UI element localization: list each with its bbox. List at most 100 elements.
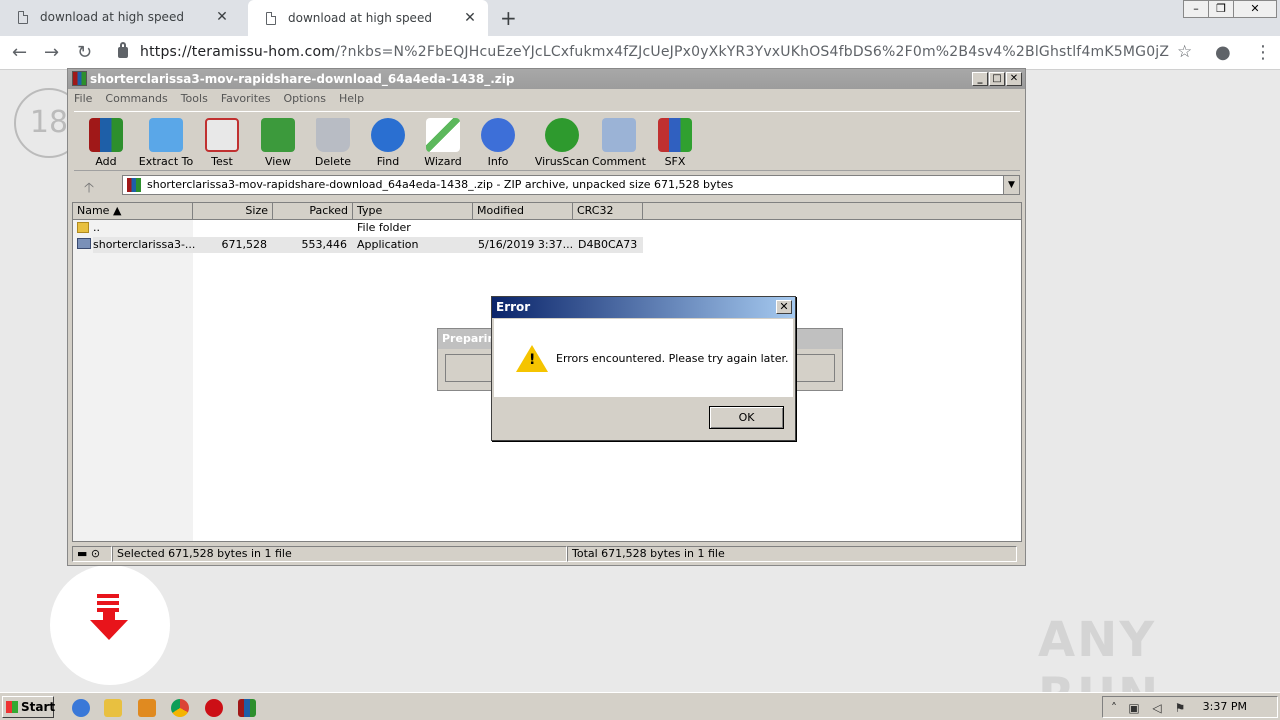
network-icon[interactable]: ▣ [1127,701,1141,715]
folder-icon [77,222,89,233]
start-button[interactable]: Start [2,696,55,718]
column-filler [643,203,1021,220]
comment-button[interactable]: Comment [589,116,649,168]
back-icon[interactable]: ← [12,42,27,63]
column-modified[interactable]: Modified [473,203,573,220]
menu-commands[interactable]: Commands [105,92,167,105]
address-row: 🡡 shorterclarissa3-mov-rapidshare-downlo… [74,173,1020,197]
wizard-button[interactable]: Wizard [413,116,473,168]
book-icon [261,118,295,152]
close-tab-icon[interactable]: ✕ [214,9,230,25]
bug-icon [545,118,579,152]
forward-icon[interactable]: → [44,42,59,63]
chevron-up-icon[interactable]: ˄ [1107,701,1121,715]
chrome-icon[interactable] [171,699,189,717]
sfx-button[interactable]: SFX [645,116,705,168]
menu-file[interactable]: File [74,92,92,105]
add-button[interactable]: Add [76,116,136,168]
lock-icon [118,42,128,58]
windows-logo-icon [6,701,18,713]
download-arrow-icon [90,620,128,640]
column-type[interactable]: Type [353,203,473,220]
info-button[interactable]: Info [468,116,528,168]
reload-icon[interactable]: ↻ [77,42,92,63]
menu-options[interactable]: Options [284,92,326,105]
row-size: 671,528 [221,238,268,251]
menu-help[interactable]: Help [339,92,364,105]
folder-icon [149,118,183,152]
menu-icon[interactable]: ⋮ [1254,42,1272,63]
archive-path-field[interactable]: shorterclarissa3-mov-rapidshare-download… [122,175,1020,195]
magnifier-icon [371,118,405,152]
toolbar: Add Extract To Test View Delete Find Wiz… [74,111,1020,171]
tab-title: download at high speed [288,11,432,25]
row-modified: 5/16/2019 3:37... [478,238,574,251]
error-dialog: Error ✕ ! Errors encountered. Please try… [491,296,796,441]
archive-icon [127,178,141,192]
browser-toolbar: ← → ↻ https://teramissu-hom.com/?nkbs=N%… [0,36,1280,70]
profile-icon[interactable]: ● [1215,42,1231,63]
explorer-icon[interactable] [104,699,122,717]
browser-tab-2[interactable]: download at high speed ✕ [248,0,488,36]
column-crc32[interactable]: CRC32 [573,203,643,220]
wand-icon [426,118,460,152]
name-column-bg [73,220,193,541]
close-tab-icon[interactable]: ✕ [462,10,478,26]
document-icon [266,11,276,25]
media-player-icon[interactable] [138,699,156,717]
browser-tab-1[interactable]: download at high speed ✕ [0,0,240,34]
clock[interactable]: 3:37 PM [1203,700,1247,713]
close-icon[interactable]: ✕ [1006,72,1022,86]
checklist-icon [205,118,239,152]
archive-icon [89,118,123,152]
column-packed[interactable]: Packed [273,203,353,220]
volume-icon[interactable]: ◁ [1150,701,1164,715]
row-packed: 553,446 [301,238,348,251]
virusscan-button[interactable]: VirusScan [532,116,592,168]
winrar-taskbar-icon[interactable] [238,699,256,717]
minimize-icon[interactable]: _ [972,72,988,86]
window-title: shorterclarissa3-mov-rapidshare-download… [90,72,515,86]
status-bar: ▬ ⊙ Selected 671,528 bytes in 1 file Tot… [72,545,1022,563]
archive-path: shorterclarissa3-mov-rapidshare-download… [147,178,734,191]
warning-exclamation: ! [529,352,536,368]
tab-title: download at high speed [40,10,184,24]
info-icon [481,118,515,152]
close-icon[interactable]: ✕ [776,300,792,314]
browser-tab-strip: download at high speed ✕ download at hig… [0,0,1280,36]
status-selected: Selected 671,528 bytes in 1 file [112,546,567,562]
row-name[interactable]: .. [93,221,100,234]
url-path: /?nkbs=N%2FbEQJHcuEzeYJcLCxfukmx4fZJcUeJ… [335,44,1170,60]
opera-icon[interactable] [205,699,223,717]
find-button[interactable]: Find [358,116,418,168]
ok-button[interactable]: OK [709,406,784,429]
dropdown-icon[interactable]: ▼ [1003,176,1019,194]
menu-favorites[interactable]: Favorites [221,92,271,105]
address-bar[interactable]: https://teramissu-hom.com/?nkbs=N%2FbEQJ… [140,44,1170,60]
minimize-icon[interactable]: – [1183,0,1209,18]
column-name[interactable]: Name ▲ [73,203,193,220]
sfx-icon [658,118,692,152]
new-tab-button[interactable]: + [500,6,517,30]
view-button[interactable]: View [248,116,308,168]
ie-icon[interactable] [72,699,90,717]
taskbar: Start ˄ ▣ ◁ ⚑ 3:37 PM [0,692,1280,720]
delete-button[interactable]: Delete [303,116,363,168]
column-size[interactable]: Size [193,203,273,220]
star-icon[interactable]: ☆ [1177,42,1192,62]
close-window-icon[interactable]: ✕ [1233,0,1277,18]
row-type: File folder [357,221,411,234]
up-folder-icon[interactable]: 🡡 [84,177,94,201]
test-button[interactable]: Test [192,116,252,168]
winrar-icon [72,71,87,86]
flag-icon[interactable]: ⚑ [1173,701,1187,715]
url-host: https://teramissu-hom.com [140,44,336,60]
dialog-titlebar: Error ✕ [492,297,795,318]
extract-to-button[interactable]: Extract To [136,116,196,168]
restore-icon[interactable]: ❐ [1208,0,1234,18]
maximize-icon[interactable]: □ [989,72,1005,86]
application-icon [77,238,91,249]
menu-tools[interactable]: Tools [181,92,208,105]
row-type: Application [357,238,419,251]
row-name[interactable]: shorterclarissa3-... [93,238,195,251]
